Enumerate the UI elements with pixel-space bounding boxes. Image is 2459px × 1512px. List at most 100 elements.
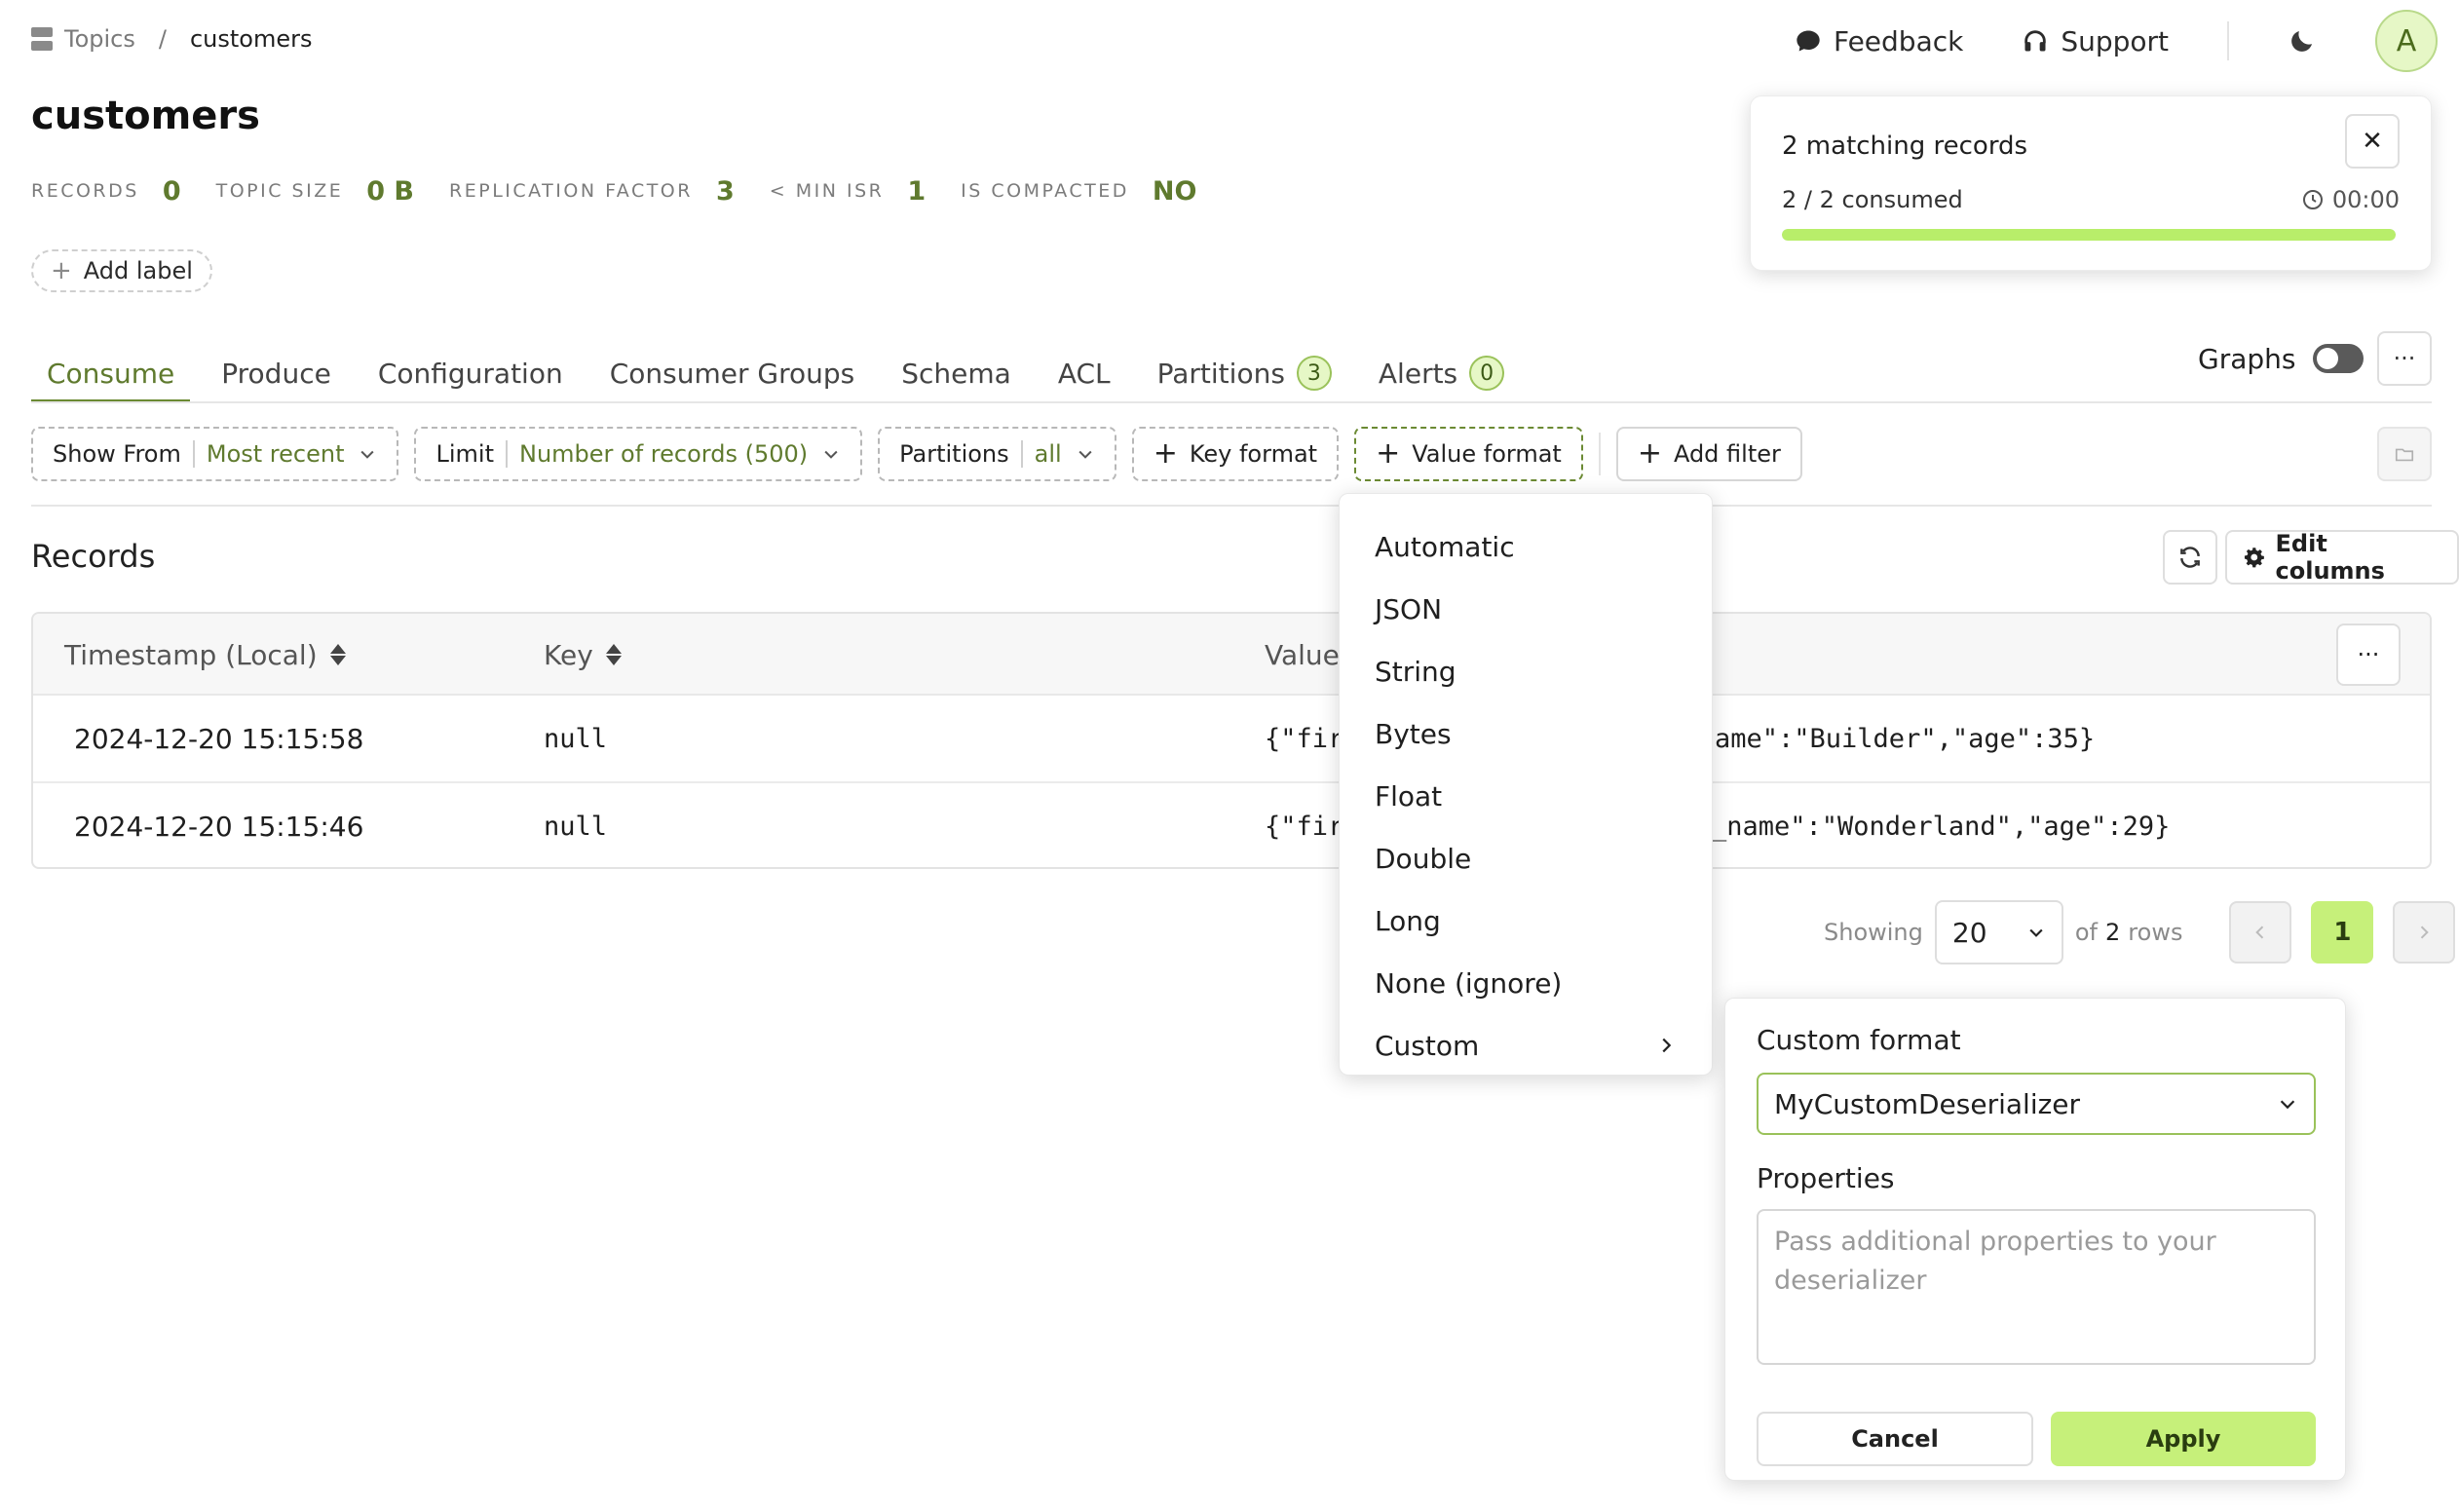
value-format-button[interactable]: + Value format: [1354, 427, 1583, 481]
chevron-down-icon: [1078, 450, 1092, 459]
add-filter-label: Add filter: [1673, 440, 1781, 468]
menu-item-json[interactable]: JSON: [1340, 578, 1712, 640]
limit-label: Limit: [435, 440, 494, 468]
gear-icon: [2244, 548, 2264, 568]
column-key[interactable]: Key: [544, 614, 623, 696]
properties-label: Properties: [1757, 1162, 1895, 1194]
column-timestamp[interactable]: Timestamp (Local): [64, 614, 347, 696]
cell-timestamp: 2024-12-20 15:15:46: [74, 810, 364, 843]
table-row[interactable]: 2024-12-20 15:15:58 null {"fir ame":"Bui…: [33, 696, 2430, 783]
graphs-toggle[interactable]: [2313, 344, 2364, 373]
support-label: Support: [2061, 24, 2170, 57]
edit-columns-button[interactable]: Edit columns: [2225, 530, 2459, 585]
plus-icon: +: [51, 256, 72, 285]
sort-icon: [605, 644, 623, 665]
plus-icon: +: [1637, 436, 1662, 471]
plus-icon: +: [1376, 436, 1401, 471]
tab-schema[interactable]: Schema: [886, 343, 1027, 403]
add-filter-button[interactable]: + Add filter: [1615, 427, 1802, 481]
column-value[interactable]: Value: [1265, 614, 1340, 696]
table-options-button[interactable]: ···: [2336, 624, 2401, 686]
menu-item-automatic[interactable]: Automatic: [1340, 515, 1712, 578]
custom-format-label: Custom format: [1757, 1024, 1961, 1056]
table-row[interactable]: 2024-12-20 15:15:46 null {"fir _name":"W…: [33, 783, 2430, 867]
topic-stats: Records 0 Topic size 0 B Replication fac…: [31, 173, 1231, 208]
stat-topic-size-value: 0 B: [366, 175, 415, 207]
avatar[interactable]: A: [2374, 10, 2438, 72]
breadcrumb-current: customers: [189, 25, 313, 53]
topics-icon: [31, 27, 53, 51]
matching-records-title: 2 matching records: [1782, 132, 2028, 161]
show-from-select[interactable]: Show From Most recent: [31, 427, 399, 481]
feedback-button[interactable]: Feedback: [1795, 25, 1963, 57]
next-page-button[interactable]: [2393, 901, 2456, 964]
menu-item-none[interactable]: None (ignore): [1340, 952, 1712, 1014]
cell-value-end: _name":"Wonderland","age":29}: [1711, 811, 2171, 842]
limit-select[interactable]: Limit Number of records (500): [414, 427, 863, 481]
of-label: of: [2074, 919, 2099, 946]
saved-filters-button[interactable]: [2377, 427, 2432, 481]
tab-partitions[interactable]: Partitions 3: [1142, 343, 1347, 403]
tab-produce[interactable]: Produce: [206, 343, 347, 403]
deserializer-select[interactable]: MyCustomDeserializer: [1757, 1073, 2316, 1135]
tab-configuration[interactable]: Configuration: [362, 343, 579, 403]
edit-columns-label: Edit columns: [2275, 530, 2385, 585]
total-rows: 2: [2105, 919, 2121, 946]
page-size-select[interactable]: 20: [1934, 900, 2063, 964]
apply-button[interactable]: Apply: [2051, 1412, 2316, 1466]
tab-consumer-groups[interactable]: Consumer Groups: [594, 343, 871, 403]
menu-item-string[interactable]: String: [1340, 640, 1712, 702]
tab-label: Partitions: [1156, 357, 1285, 390]
cancel-button[interactable]: Cancel: [1757, 1412, 2033, 1466]
chevron-down-icon: [2280, 1100, 2295, 1110]
key-format-button[interactable]: + Key format: [1131, 427, 1340, 481]
menu-item-bytes[interactable]: Bytes: [1340, 702, 1712, 765]
more-options-button[interactable]: ···: [2377, 331, 2432, 386]
support-button[interactable]: Support: [2022, 25, 2169, 57]
stat-replication-value: 3: [715, 175, 735, 207]
table-header: Timestamp (Local) Key Value ···: [33, 614, 2430, 696]
key-format-label: Key format: [1189, 440, 1318, 468]
chevron-down-icon: [824, 450, 838, 459]
moon-icon[interactable]: [2288, 26, 2317, 56]
properties-textarea[interactable]: [1757, 1209, 2316, 1365]
close-toast-button[interactable]: ✕: [2345, 114, 2400, 169]
add-label-button[interactable]: + Add label: [31, 249, 212, 292]
chat-bubble-icon: [1797, 30, 1820, 52]
page-1-button[interactable]: 1: [2311, 901, 2374, 964]
show-from-label: Show From: [53, 440, 181, 468]
partitions-label: Partitions: [899, 440, 1009, 468]
consume-progress-bar: [1782, 229, 2396, 241]
alerts-count-badge: 0: [1469, 356, 1505, 391]
tab-label: Alerts: [1378, 357, 1458, 390]
chevron-down-icon: [360, 450, 375, 459]
menu-item-float[interactable]: Float: [1340, 765, 1712, 827]
deserializer-value: MyCustomDeserializer: [1774, 1087, 2081, 1120]
elapsed-time: 00:00: [2301, 186, 2400, 213]
menu-item-custom[interactable]: Custom: [1340, 1014, 1712, 1077]
partitions-count-badge: 3: [1296, 356, 1332, 391]
page-size-value: 20: [1951, 916, 1987, 949]
chevron-left-icon: [2255, 926, 2264, 939]
tab-consume[interactable]: Consume: [31, 343, 191, 403]
breadcrumb-topics-link[interactable]: Topics: [64, 25, 135, 53]
column-label: Timestamp (Local): [64, 638, 318, 671]
value-format-menu: Automatic JSON String Bytes Float Double…: [1339, 493, 1713, 1076]
tab-alerts[interactable]: Alerts 0: [1363, 343, 1520, 403]
menu-item-long[interactable]: Long: [1340, 889, 1712, 952]
page-title: customers: [31, 94, 260, 138]
graphs-label: Graphs: [2198, 342, 2296, 375]
menu-item-double[interactable]: Double: [1340, 827, 1712, 889]
previous-page-button[interactable]: [2229, 901, 2292, 964]
feedback-label: Feedback: [1834, 24, 1964, 57]
column-label: Key: [544, 638, 593, 671]
refresh-button[interactable]: [2163, 530, 2217, 585]
pagination: Showing 20 of 2 rows 1: [1824, 900, 2456, 964]
records-table: Timestamp (Local) Key Value ··· 2024-12-…: [31, 612, 2432, 869]
tab-acl[interactable]: ACL: [1042, 343, 1126, 403]
chevron-right-icon: [2421, 926, 2430, 939]
records-title: Records: [31, 538, 156, 575]
stat-min-isr-label: < Min ISR: [769, 180, 885, 202]
partitions-select[interactable]: Partitions all: [878, 427, 1116, 481]
plus-icon: +: [1153, 436, 1178, 471]
